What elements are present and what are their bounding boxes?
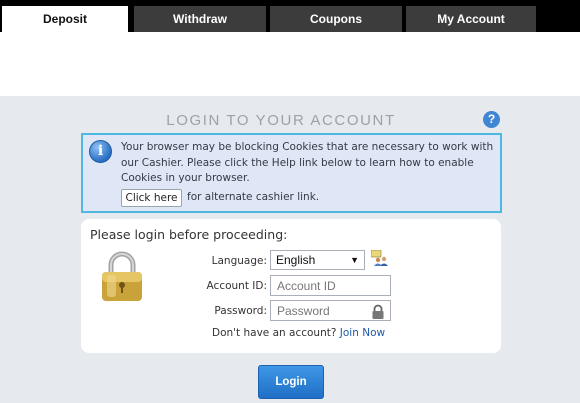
- cookie-info-box: i Your browser may be blocking Cookies t…: [81, 133, 502, 213]
- language-people-icon: [371, 250, 388, 266]
- account-id-input[interactable]: [270, 275, 391, 296]
- language-value: English: [276, 253, 316, 267]
- login-card-title: Please login before proceeding:: [90, 227, 288, 242]
- login-card: Please login before proceeding: Language…: [81, 219, 501, 353]
- tab-withdraw[interactable]: Withdraw: [134, 6, 266, 32]
- tab-coupons[interactable]: Coupons: [270, 6, 402, 32]
- join-now-link[interactable]: Join Now: [340, 327, 385, 339]
- padlock-icon: [102, 251, 142, 301]
- cookie-info-text: Your browser may be blocking Cookies tha…: [121, 141, 494, 184]
- info-icon: i: [89, 140, 112, 163]
- account-id-label: Account ID:: [206, 280, 267, 292]
- click-here-button[interactable]: Click here: [121, 189, 182, 207]
- tab-bar: Deposit Withdraw Coupons My Account: [0, 0, 580, 32]
- tab-deposit[interactable]: Deposit: [2, 6, 128, 32]
- help-icon[interactable]: ?: [483, 111, 500, 128]
- signup-prompt: Don't have an account? Join Now: [212, 327, 385, 339]
- tab-my-account[interactable]: My Account: [406, 6, 536, 32]
- language-label: Language:: [211, 255, 267, 267]
- alternate-link-text: for alternate cashier link.: [187, 191, 320, 203]
- dropdown-arrow-icon: ▼: [350, 255, 359, 265]
- login-heading: LOGIN TO YOUR ACCOUNT: [166, 112, 396, 129]
- login-button[interactable]: Login: [258, 365, 324, 399]
- password-lock-icon: [372, 304, 384, 319]
- signup-text: Don't have an account?: [212, 327, 337, 339]
- language-select[interactable]: English ▼: [270, 250, 365, 270]
- password-label: Password:: [214, 305, 267, 317]
